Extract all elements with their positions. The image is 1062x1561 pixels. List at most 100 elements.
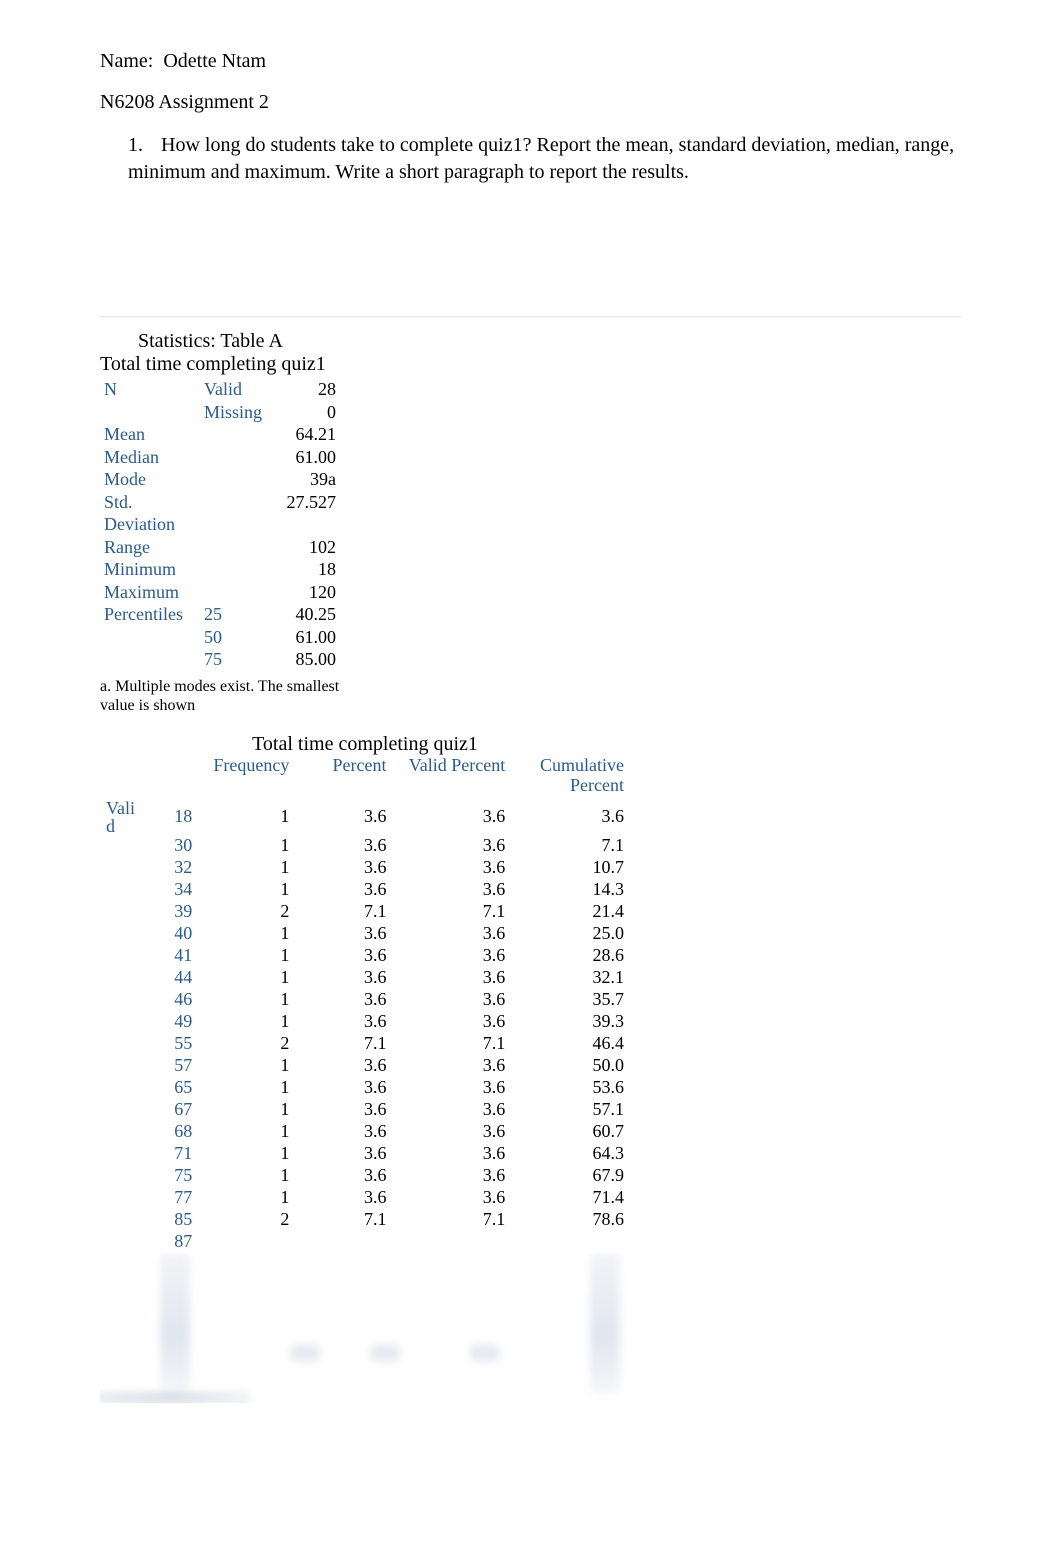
stats-row: Std. Deviation27.527 (100, 491, 340, 536)
freq-category: 57 (144, 1055, 198, 1077)
stats-sublabel: 50 (200, 626, 270, 649)
assignment-title: N6208 Assignment 2 (100, 91, 962, 114)
freq-cumulative-percent (511, 1231, 630, 1253)
freq-valid-percent: 3.6 (393, 1011, 512, 1033)
freq-group-label (100, 1231, 144, 1253)
freq-cumulative-percent: 35.7 (511, 989, 630, 1011)
freq-cumulative-percent: 57.1 (511, 1099, 630, 1121)
freq-percent: 3.6 (295, 989, 392, 1011)
freq-row: 8527.17.178.6 (100, 1209, 630, 1231)
stats-label (100, 401, 200, 424)
freq-frequency: 1 (198, 879, 295, 901)
freq-frequency: 1 (198, 1187, 295, 1209)
freq-cumulative-percent: 39.3 (511, 1011, 630, 1033)
freq-row: 3213.63.610.7 (100, 857, 630, 879)
freq-cumulative-percent: 3.6 (511, 799, 630, 835)
freq-valid-percent: 3.6 (393, 989, 512, 1011)
freq-row: Valid1813.63.63.6 (100, 799, 630, 835)
stats-sublabel: Valid (200, 378, 270, 401)
freq-percent: 3.6 (295, 1165, 392, 1187)
freq-percent: 3.6 (295, 1187, 392, 1209)
freq-percent: 3.6 (295, 1077, 392, 1099)
freq-category: 30 (144, 835, 198, 857)
freq-row: 6813.63.660.7 (100, 1121, 630, 1143)
freq-percent: 7.1 (295, 1209, 392, 1231)
stats-value: 40.25 (270, 603, 340, 626)
freq-frequency: 1 (198, 857, 295, 879)
freq-category: 49 (144, 1011, 198, 1033)
freq-group-label (100, 835, 144, 857)
stats-value: 85.00 (270, 648, 340, 671)
stats-row: Mean64.21 (100, 423, 340, 446)
freq-percent: 3.6 (295, 857, 392, 879)
stats-row: Missing0 (100, 401, 340, 424)
freq-frequency: 1 (198, 1077, 295, 1099)
stats-sublabel: Missing (200, 401, 270, 424)
stats-row: Mode39a (100, 468, 340, 491)
freq-percent: 3.6 (295, 1099, 392, 1121)
blurred-preview-region (100, 1253, 630, 1403)
freq-row: 3013.63.67.1 (100, 835, 630, 857)
freq-frequency: 1 (198, 967, 295, 989)
freq-group-label (100, 901, 144, 923)
stats-sublabel (200, 446, 270, 469)
freq-row: 6513.63.653.6 (100, 1077, 630, 1099)
freq-row: 7113.63.664.3 (100, 1143, 630, 1165)
freq-valid-percent: 3.6 (393, 967, 512, 989)
freq-frequency: 1 (198, 799, 295, 835)
freq-group-label (100, 1143, 144, 1165)
stats-row: 5061.00 (100, 626, 340, 649)
freq-cumulative-percent: 21.4 (511, 901, 630, 923)
freq-group-label (100, 1099, 144, 1121)
freq-group-label (100, 1033, 144, 1055)
freq-cumulative-percent: 64.3 (511, 1143, 630, 1165)
freq-category: 87 (144, 1231, 198, 1253)
name-value: Odette Ntam (163, 50, 266, 72)
freq-row: 3927.17.121.4 (100, 901, 630, 923)
freq-cumulative-percent: 50.0 (511, 1055, 630, 1077)
freq-frequency: 1 (198, 1011, 295, 1033)
freq-row: 6713.63.657.1 (100, 1099, 630, 1121)
freq-valid-percent: 3.6 (393, 1187, 512, 1209)
freq-valid-percent: 3.6 (393, 1143, 512, 1165)
freq-row: 7713.63.671.4 (100, 1187, 630, 1209)
freq-frequency: 1 (198, 923, 295, 945)
freq-row: 87 (100, 1231, 630, 1253)
stats-row: Minimum18 (100, 558, 340, 581)
document-page: Name: Odette Ntam N6208 Assignment 2 1. … (0, 0, 1062, 1463)
freq-percent: 3.6 (295, 1143, 392, 1165)
stats-sublabel (200, 536, 270, 559)
freq-category: 55 (144, 1033, 198, 1055)
freq-category: 67 (144, 1099, 198, 1121)
freq-group-label (100, 923, 144, 945)
freq-frequency: 2 (198, 1209, 295, 1231)
stats-value: 120 (270, 581, 340, 604)
freq-row: 5713.63.650.0 (100, 1055, 630, 1077)
freq-valid-percent: 3.6 (393, 1099, 512, 1121)
stats-value: 39a (270, 468, 340, 491)
freq-group-label: Valid (100, 799, 144, 835)
freq-group-label (100, 1077, 144, 1099)
freq-cumulative-percent: 14.3 (511, 879, 630, 901)
freq-frequency (198, 1231, 295, 1253)
frequency-table-wrap: Total time completing quiz1 Frequency Pe… (100, 733, 630, 1403)
question-1: 1. How long do students take to complete… (100, 132, 962, 186)
freq-frequency: 1 (198, 835, 295, 857)
freq-category: 40 (144, 923, 198, 945)
stats-row: Median61.00 (100, 446, 340, 469)
freq-group-label (100, 1121, 144, 1143)
stats-footnote: a. Multiple modes exist. The smallest va… (100, 671, 360, 715)
freq-row: 4613.63.635.7 (100, 989, 630, 1011)
freq-category: 39 (144, 901, 198, 923)
freq-valid-percent: 3.6 (393, 879, 512, 901)
freq-header-cumulative-percent: Cumulative Percent (511, 756, 630, 800)
freq-valid-percent: 3.6 (393, 799, 512, 835)
freq-group-label (100, 879, 144, 901)
freq-row: 4913.63.639.3 (100, 1011, 630, 1033)
freq-percent: 3.6 (295, 967, 392, 989)
stats-label: Minimum (100, 558, 200, 581)
freq-percent: 3.6 (295, 835, 392, 857)
stats-label: N (100, 378, 200, 401)
freq-group-label (100, 1209, 144, 1231)
freq-percent: 3.6 (295, 1055, 392, 1077)
